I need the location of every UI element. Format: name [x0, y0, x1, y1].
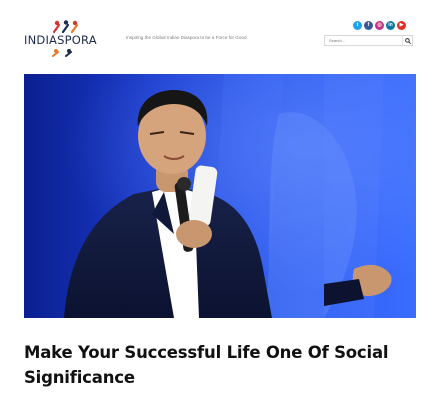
instagram-icon[interactable]: ◎: [375, 21, 384, 30]
logo-figures-lower-icon: [52, 49, 72, 57]
hero-image[interactable]: [24, 74, 416, 318]
site-tagline: Inspiring the Global Indian Diaspora to …: [126, 35, 247, 40]
search-icon: [404, 37, 411, 44]
site-header: INDIASPORA Inspiring the Global Indian D…: [0, 0, 440, 70]
search-box: [324, 35, 413, 46]
linkedin-icon[interactable]: in: [386, 21, 395, 30]
logo-figures-icon: [52, 20, 79, 34]
site-logo[interactable]: INDIASPORA: [24, 20, 108, 57]
youtube-icon[interactable]: ▶: [397, 21, 406, 30]
facebook-icon[interactable]: f: [364, 21, 373, 30]
logo-wordmark: INDIASPORA: [24, 33, 97, 47]
article-title[interactable]: Make Your Successful Life One Of Social …: [24, 340, 404, 390]
twitter-icon[interactable]: t: [353, 21, 362, 30]
speaker-photo: [24, 74, 416, 318]
social-links: t f ◎ in ▶: [353, 21, 406, 31]
search-button[interactable]: [402, 36, 412, 45]
search-input[interactable]: [325, 36, 402, 45]
